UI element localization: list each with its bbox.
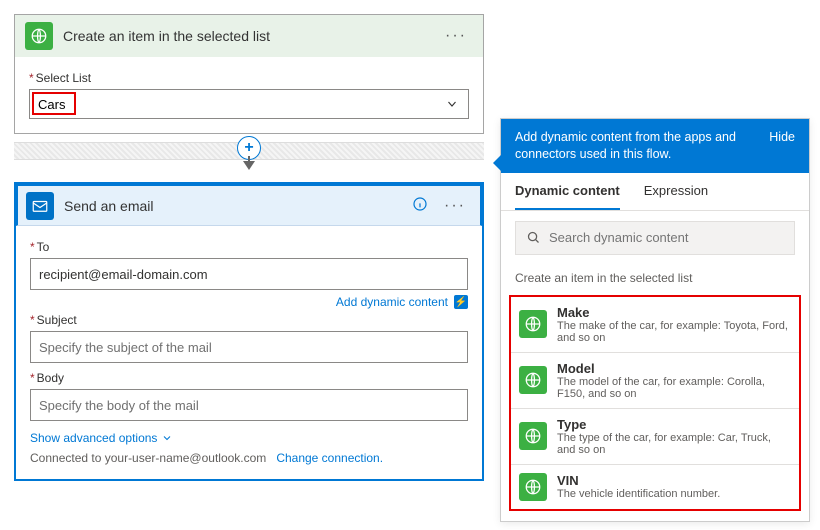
group-label: Create an item in the selected list	[501, 263, 809, 293]
search-input[interactable]	[549, 230, 784, 245]
dynamic-content-panel: Add dynamic content from the apps and co…	[500, 118, 810, 522]
info-icon[interactable]	[412, 196, 428, 215]
globe-icon	[519, 422, 547, 450]
search-box[interactable]	[515, 221, 795, 255]
chevron-down-icon[interactable]	[445, 98, 459, 113]
dynamic-item-model[interactable]: ModelThe model of the car, for example: …	[511, 353, 799, 409]
card-header[interactable]: Send an email ···	[16, 184, 482, 226]
subject-label: *Subject	[30, 313, 468, 327]
tab-dynamic-content[interactable]: Dynamic content	[515, 173, 620, 210]
to-label: *To	[30, 240, 468, 254]
select-list-dropdown[interactable]	[29, 89, 469, 119]
card-title: Create an item in the selected list	[63, 28, 439, 44]
tab-expression[interactable]: Expression	[644, 173, 708, 210]
globe-icon	[519, 473, 547, 501]
dynamic-items-list: MakeThe make of the car, for example: To…	[509, 295, 801, 511]
card-header[interactable]: Create an item in the selected list ···	[15, 15, 483, 57]
globe-icon	[519, 310, 547, 338]
dynamic-item-type[interactable]: TypeThe type of the car, for example: Ca…	[511, 409, 799, 465]
select-list-label: *Select List	[29, 71, 469, 85]
change-connection-link[interactable]: Change connection.	[276, 451, 383, 465]
menu-icon[interactable]: ···	[439, 27, 473, 45]
search-icon	[526, 230, 541, 245]
connection-info: Connected to your-user-name@outlook.com …	[30, 451, 468, 465]
panel-header: Add dynamic content from the apps and co…	[501, 119, 809, 173]
subject-field[interactable]	[30, 331, 468, 363]
menu-icon[interactable]: ···	[438, 197, 472, 215]
globe-icon	[25, 22, 53, 50]
globe-icon	[519, 366, 547, 394]
dynamic-item-vin[interactable]: VINThe vehicle identification number.	[511, 465, 799, 509]
body-label: *Body	[30, 371, 468, 385]
show-advanced-link[interactable]: Show advanced options	[30, 431, 173, 445]
dynamic-item-make[interactable]: MakeThe make of the car, for example: To…	[511, 297, 799, 353]
outlook-icon	[26, 192, 54, 220]
send-email-card: Send an email ··· *To Add dynamic conten…	[14, 182, 484, 481]
panel-tabs: Dynamic content Expression	[501, 173, 809, 211]
add-dynamic-content-link[interactable]: Add dynamic content ⚡	[336, 295, 468, 309]
create-item-card: Create an item in the selected list ··· …	[14, 14, 484, 134]
body-field[interactable]	[30, 389, 468, 421]
to-field[interactable]	[30, 258, 468, 290]
hide-link[interactable]: Hide	[759, 129, 795, 163]
dynamic-content-icon: ⚡	[454, 295, 468, 309]
card-title: Send an email	[64, 198, 412, 214]
